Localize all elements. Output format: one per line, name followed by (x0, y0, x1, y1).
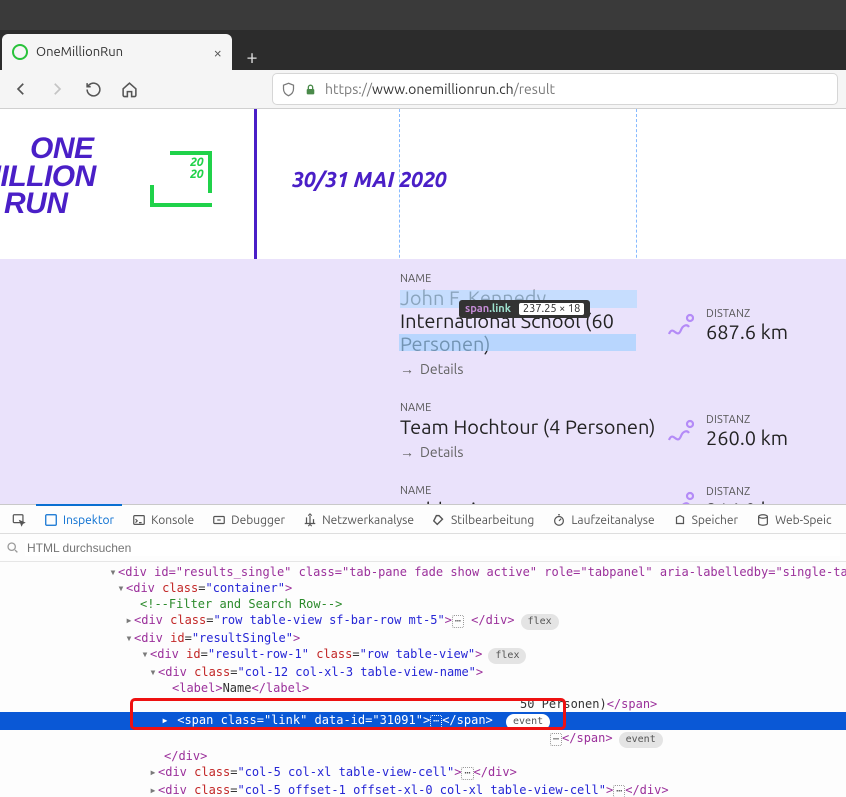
devtools-tab-inspector[interactable]: Inspektor (36, 504, 122, 534)
distance-icon (666, 419, 694, 443)
reload-button[interactable] (80, 76, 106, 102)
browser-toolbar: https://www.onemillionrun.ch/result (0, 70, 846, 109)
back-button[interactable] (8, 76, 34, 102)
dom-node[interactable]: ▾<div id="resultSingle"> (0, 630, 846, 646)
result-name[interactable]: waldmeier marcus (400, 498, 666, 504)
distance-icon (666, 491, 694, 504)
arrow-right-icon: → (400, 361, 414, 377)
dom-node[interactable]: ▸<div class="row table-view sf-bar-row m… (0, 612, 846, 630)
dom-node[interactable]: 50 Personen)</span> (0, 696, 846, 712)
devtools-tabs: Inspektor Konsole Debugger Netzwerkanaly… (0, 505, 846, 534)
dom-node[interactable]: ▾<div class="container"> (0, 580, 846, 596)
home-button[interactable] (116, 76, 142, 102)
devtools-tab-memory[interactable]: Speicher (665, 504, 746, 534)
devtools-tab-debugger[interactable]: Debugger (204, 504, 293, 534)
dom-node[interactable]: </div> (0, 748, 846, 764)
inspector-tooltip: span.link 237.25 × 18 (459, 300, 590, 318)
result-row: NAME Team Hochtour (4 Personen) → Detail… (0, 387, 846, 470)
label-distance: DISTANZ (706, 486, 788, 498)
devtools-tab-style[interactable]: Stilbearbeitung (424, 504, 542, 534)
favicon (12, 44, 28, 60)
dom-node[interactable]: ▾<div id="results_single" class="tab-pan… (0, 564, 846, 580)
distance-icon (666, 313, 694, 337)
devtools-tab-console[interactable]: Konsole (124, 504, 202, 534)
devtools-picker-button[interactable] (4, 504, 34, 534)
details-link[interactable]: → Details (400, 444, 463, 460)
label-name: NAME (400, 485, 666, 497)
headline: 30/31 MAI 2020 (292, 167, 447, 191)
url-bar[interactable]: https://www.onemillionrun.ch/result (272, 73, 838, 105)
result-name[interactable]: John F. Kennedy International School (60… (400, 286, 666, 355)
new-tab-button[interactable]: + (238, 42, 266, 70)
result-distance: 260.0 km (706, 426, 788, 449)
dom-node[interactable]: <!--Filter and Search Row--> (0, 596, 846, 612)
site-logo[interactable]: ONE MILLION RUN 2020 (30, 135, 96, 218)
lock-icon (304, 83, 317, 96)
devtools-tab-storage[interactable]: Web-Speic (748, 504, 839, 534)
search-icon (6, 541, 19, 554)
result-name[interactable]: Team Hochtour (4 Personen) (400, 415, 666, 438)
arrow-right-icon: → (400, 444, 414, 460)
tab-title: OneMillionRun (36, 45, 206, 59)
label-distance: DISTANZ (706, 308, 788, 320)
dom-node[interactable]: <label>Name</label> (0, 680, 846, 696)
devtools-search[interactable] (0, 534, 846, 562)
devtools-panel: Inspektor Konsole Debugger Netzwerkanaly… (0, 504, 846, 797)
tabstrip: OneMillionRun × + (0, 30, 846, 70)
divider (254, 109, 257, 261)
dom-node[interactable]: ▸<div class="col-5 col-xl table-view-cel… (0, 764, 846, 782)
forward-button[interactable] (44, 76, 70, 102)
result-row: NAME John F. Kennedy International Schoo… (0, 259, 846, 387)
browser-tab[interactable]: OneMillionRun × (2, 34, 232, 70)
details-link[interactable]: → Details (400, 361, 463, 377)
dom-node[interactable]: ▾<div class="col-12 col-xl-3 table-view-… (0, 664, 846, 680)
url-text: https://www.onemillionrun.ch/result (325, 81, 555, 97)
dom-tree[interactable]: ▾<div id="results_single" class="tab-pan… (0, 562, 846, 797)
dom-node[interactable]: ⋯</span>event (0, 730, 846, 748)
label-name: NAME (400, 273, 666, 285)
label-distance: DISTANZ (706, 414, 788, 426)
result-distance: 687.6 km (706, 320, 788, 343)
devtools-search-input[interactable] (25, 540, 840, 556)
result-distance: 214.0 km (706, 498, 788, 505)
page-viewport: ONE MILLION RUN 2020 30/31 MAI 2020 NAME… (0, 109, 846, 504)
shield-icon (281, 82, 296, 97)
devtools-tab-perf[interactable]: Laufzeitanalyse (544, 504, 662, 534)
dom-node[interactable]: ▸<div class="col-5 offset-1 offset-xl-0 … (0, 782, 846, 797)
dom-node-selected[interactable]: ▸ <span class="link" data-id="31091">⋯</… (0, 712, 846, 730)
devtools-tab-network[interactable]: Netzwerkanalyse (295, 504, 422, 534)
window-titlebar (0, 0, 846, 30)
results-list: NAME John F. Kennedy International Schoo… (0, 259, 846, 504)
tab-close-icon[interactable]: × (214, 44, 222, 61)
label-name: NAME (400, 402, 666, 414)
dom-node[interactable]: ▾<div id="result-row-1" class="row table… (0, 646, 846, 664)
result-row: NAME waldmeier marcus DISTANZ 214.0 km (0, 470, 846, 504)
